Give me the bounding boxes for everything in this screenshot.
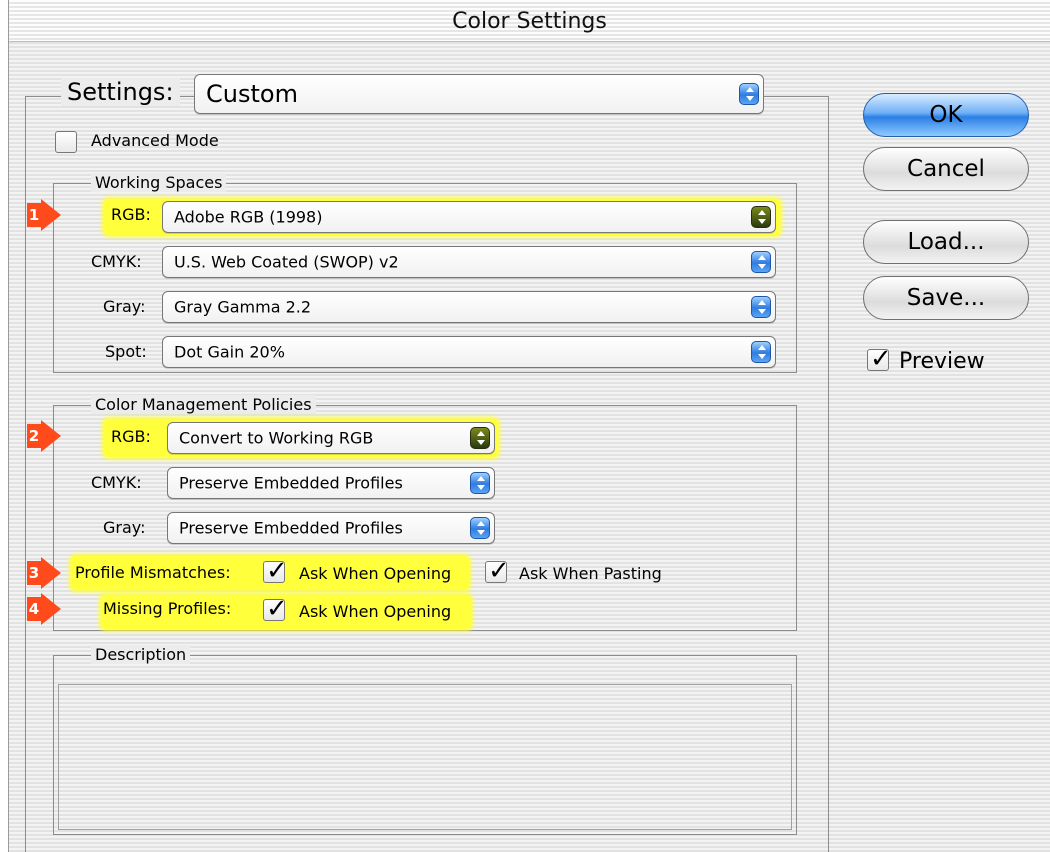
settings-label: Settings: (61, 78, 180, 106)
ok-button[interactable]: OK (863, 93, 1029, 137)
policy-gray-arrows-icon (470, 517, 490, 539)
settings-popup[interactable]: Custom (194, 74, 764, 114)
working-cmyk-value: U.S. Web Coated (SWOP) v2 (174, 252, 399, 272)
description-text-area (58, 684, 792, 830)
description-title: Description (91, 645, 191, 664)
preview-checkbox[interactable] (867, 344, 892, 374)
working-rgb-value: Adobe RGB (1998) (174, 207, 323, 227)
working-gray-value: Gray Gamma 2.2 (174, 297, 312, 317)
policy-cmyk-value: Preserve Embedded Profiles (179, 473, 403, 493)
policy-gray-value: Preserve Embedded Profiles (179, 518, 403, 538)
cancel-button[interactable]: Cancel (863, 147, 1029, 191)
working-cmyk-arrows-icon (751, 251, 771, 273)
policy-rgb-value: Convert to Working RGB (179, 428, 374, 448)
mismatch-ask-pasting-label: Ask When Pasting (519, 564, 662, 583)
dialog-title: Color Settings (452, 9, 607, 34)
working-spaces-title: Working Spaces (91, 173, 227, 192)
working-spot-label: Spot: (105, 342, 147, 361)
advanced-mode-label: Advanced Mode (91, 131, 219, 150)
working-spot-arrows-icon (751, 341, 771, 363)
mismatch-ask-pasting-checkbox[interactable] (485, 556, 510, 586)
annotation-badge-1: 1 (27, 199, 61, 231)
settings-popup-arrows-icon (739, 83, 759, 105)
policy-rgb-label: RGB: (111, 427, 151, 446)
description-group (53, 655, 797, 835)
policy-cmyk-label: CMYK: (91, 473, 142, 492)
working-rgb-popup[interactable]: Adobe RGB (1998) (162, 201, 776, 233)
settings-value: Custom (206, 80, 298, 108)
profile-mismatches-label: Profile Mismatches: (75, 563, 231, 582)
policy-gray-label: Gray: (103, 518, 146, 537)
missing-ask-opening-checkbox[interactable] (263, 594, 288, 624)
title-bar[interactable]: Color Settings (9, 0, 1050, 42)
policy-gray-popup[interactable]: Preserve Embedded Profiles (167, 512, 495, 544)
working-spot-value: Dot Gain 20% (174, 342, 285, 362)
load-button[interactable]: Load... (863, 220, 1029, 264)
save-button[interactable]: Save... (863, 276, 1029, 320)
advanced-mode-checkbox[interactable] (55, 131, 77, 153)
policy-rgb-arrows-icon (470, 427, 490, 449)
mismatch-ask-opening-checkbox[interactable] (263, 556, 288, 586)
preview-label: Preview (899, 349, 985, 374)
policy-cmyk-arrows-icon (470, 472, 490, 494)
annotation-badge-2: 2 (27, 420, 61, 452)
working-gray-label: Gray: (103, 297, 146, 316)
policies-title: Color Management Policies (91, 395, 316, 414)
working-rgb-arrows-icon (751, 206, 771, 228)
annotation-badge-4: 4 (27, 593, 61, 625)
working-cmyk-label: CMYK: (91, 252, 142, 271)
color-settings-dialog: Color Settings Settings: Custom Advanced… (8, 0, 1050, 852)
missing-profiles-label: Missing Profiles: (103, 599, 232, 618)
missing-ask-opening-label: Ask When Opening (299, 602, 452, 621)
working-spot-popup[interactable]: Dot Gain 20% (162, 336, 776, 368)
mismatch-ask-opening-label: Ask When Opening (299, 564, 452, 583)
working-gray-popup[interactable]: Gray Gamma 2.2 (162, 291, 776, 323)
working-cmyk-popup[interactable]: U.S. Web Coated (SWOP) v2 (162, 246, 776, 278)
policy-rgb-popup[interactable]: Convert to Working RGB (167, 422, 495, 454)
annotation-badge-3: 3 (27, 557, 61, 589)
working-rgb-label: RGB: (111, 205, 151, 224)
policy-cmyk-popup[interactable]: Preserve Embedded Profiles (167, 467, 495, 499)
working-gray-arrows-icon (751, 296, 771, 318)
